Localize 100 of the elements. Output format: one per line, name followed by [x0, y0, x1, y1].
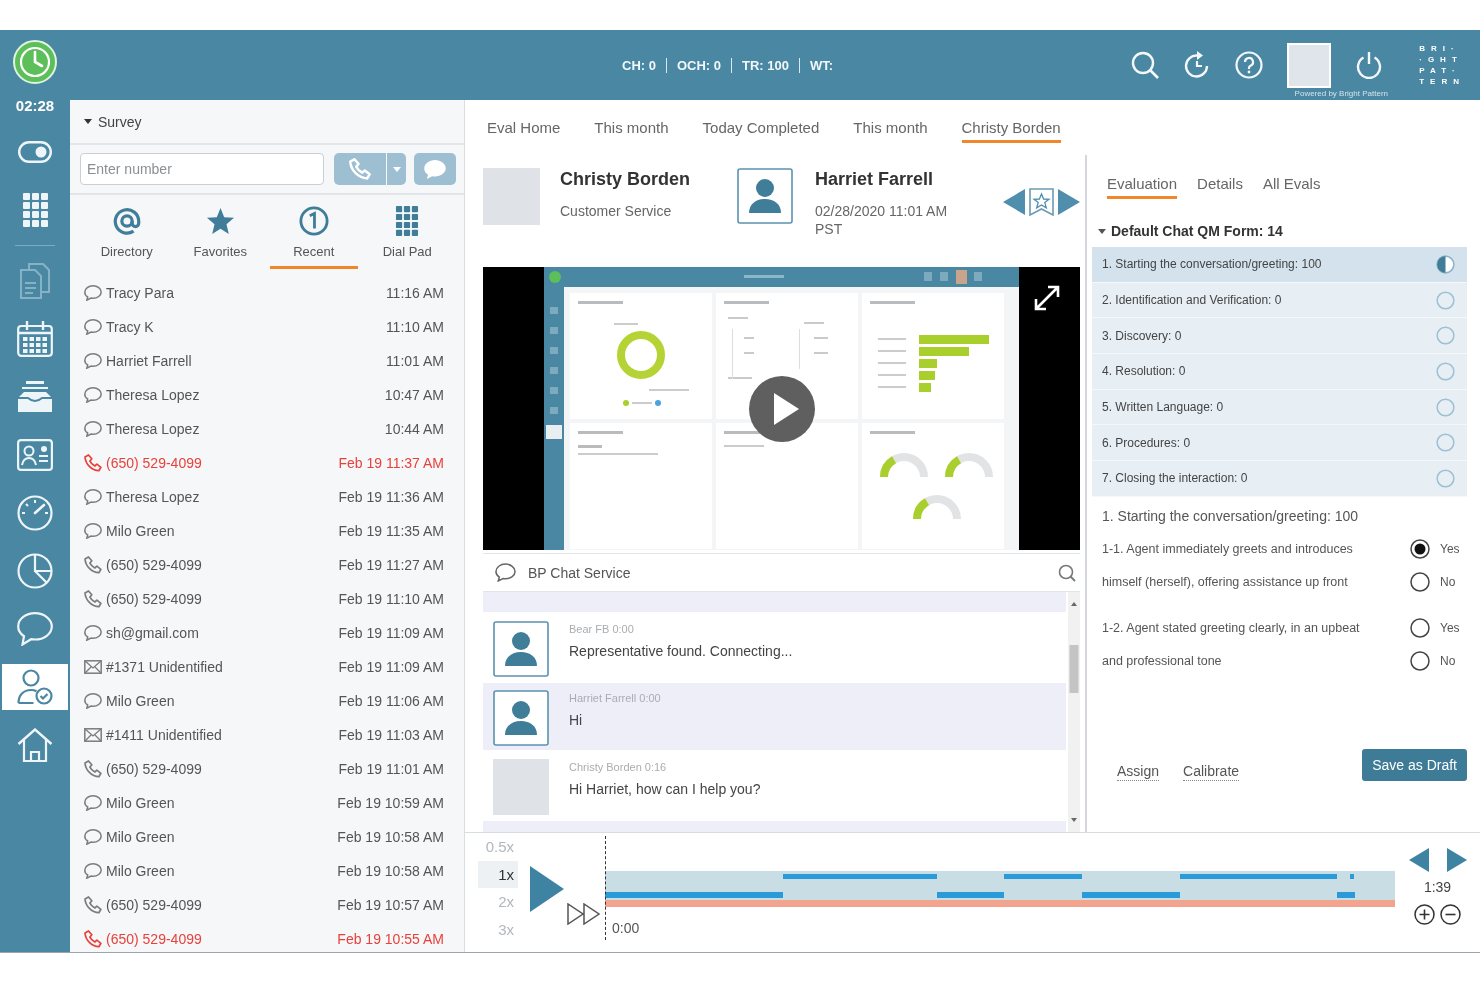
right-arrow-icon[interactable]: [1058, 189, 1080, 215]
radio-button[interactable]: [1410, 539, 1430, 560]
call-button[interactable]: [334, 153, 387, 185]
help-icon[interactable]: [1235, 51, 1264, 79]
tab[interactable]: This month: [594, 119, 669, 143]
contact-name[interactable]: Harriet Farrell: [106, 353, 192, 369]
section-label: 1. Starting the conversation/greeting: 100: [1102, 257, 1322, 272]
chat-bubble-icon: [84, 693, 102, 709]
contact-name[interactable]: Milo Green: [106, 795, 175, 811]
timeline-track[interactable]: [605, 871, 1395, 907]
radio-button[interactable]: [1410, 651, 1430, 672]
star-icon: [205, 206, 235, 236]
section-label: 5. Written Language: 0: [1102, 400, 1224, 415]
contact-name[interactable]: Theresa Lopez: [106, 421, 200, 437]
play-icon[interactable]: [530, 866, 564, 912]
radio-button[interactable]: [1410, 572, 1430, 593]
number-input[interactable]: Enter number: [80, 153, 325, 185]
tab[interactable]: Christy Borden: [961, 119, 1061, 143]
zoom-out-icon[interactable]: [1440, 904, 1461, 925]
fast-forward-icon[interactable]: [567, 903, 601, 925]
contact-name[interactable]: (650) 529-4099: [106, 557, 202, 573]
photo-placeholder[interactable]: [1287, 42, 1332, 88]
contact-name[interactable]: Milo Green: [106, 693, 175, 709]
tab[interactable]: Evaluation: [1107, 175, 1178, 199]
contact-name[interactable]: Milo Green: [106, 523, 175, 539]
timestamp: Feb 19 10:58 AM: [337, 829, 444, 845]
contact-name[interactable]: sh@gmail.com: [106, 625, 199, 641]
section-title[interactable]: Survey: [98, 113, 142, 130]
contact-name[interactable]: Milo Green: [106, 863, 175, 879]
section-row[interactable]: 3. Discovery: 0: [1092, 318, 1467, 355]
section-row[interactable]: 1. Starting the conversation/greeting: 100: [1092, 247, 1467, 283]
section-label: 2. Identification and Verification: 0: [1102, 293, 1282, 308]
play-icon[interactable]: [748, 375, 815, 442]
photo-placeholder: [483, 168, 540, 225]
search-icon[interactable]: [1131, 51, 1160, 79]
text-link[interactable]: Assign: [1117, 762, 1160, 781]
right-arrow-icon[interactable]: [1446, 848, 1467, 872]
timestamp: Feb 19 11:09 AM: [338, 625, 444, 641]
bookmark-star-icon[interactable]: [1029, 188, 1054, 216]
tab[interactable]: Eval Home: [487, 119, 561, 143]
message-text: Representative found. Connecting...: [569, 642, 793, 660]
contact-name[interactable]: Theresa Lopez: [106, 387, 200, 403]
scrollbar[interactable]: [1068, 592, 1080, 832]
form-title[interactable]: Default Chat QM Form: 14: [1111, 222, 1283, 240]
nav-tab[interactable]: Recent: [269, 203, 358, 269]
chat-button[interactable]: [414, 153, 456, 185]
section-row[interactable]: 7. Closing the interaction: 0: [1092, 461, 1467, 497]
timestamp: 11:16 AM: [385, 285, 444, 301]
contact-name[interactable]: (650) 529-4099: [106, 931, 202, 947]
at-sign-icon: [111, 206, 142, 236]
contact-name[interactable]: Milo Green: [106, 829, 175, 845]
timestamp: Feb 19 11:06 AM: [338, 693, 444, 709]
chat-bubble-icon: [84, 387, 102, 403]
power-icon[interactable]: [1355, 51, 1384, 79]
tab[interactable]: Today Completed: [702, 119, 820, 143]
text-link[interactable]: Calibrate: [1183, 762, 1240, 781]
section-label: 6. Procedures: 0: [1102, 435, 1191, 450]
video-player[interactable]: [483, 267, 1080, 550]
user-silhouette-icon: [737, 168, 793, 224]
contact-name[interactable]: #1411 Unidentified: [106, 727, 222, 743]
section-row[interactable]: 5. Written Language: 0: [1092, 389, 1467, 426]
phone-icon: [84, 896, 102, 914]
timestamp: Feb 19 11:03 AM: [338, 727, 444, 743]
zoom-in-icon[interactable]: [1414, 904, 1435, 925]
contact-name[interactable]: Theresa Lopez: [106, 489, 200, 505]
timestamp: 10:44 AM: [384, 421, 444, 437]
nav-tab[interactable]: Favorites: [176, 203, 265, 269]
sidebar-button[interactable]: [2, 664, 68, 710]
nav-tab[interactable]: Dial Pad: [363, 203, 452, 269]
message-author: Harriet Farrell 0:00: [569, 691, 661, 705]
radio-button[interactable]: [1410, 618, 1430, 639]
tab[interactable]: All Evals: [1262, 175, 1321, 199]
message-author: Bear FB 0:00: [569, 622, 635, 636]
contact-name[interactable]: (650) 529-4099: [106, 897, 202, 913]
chat-bubble-icon: [84, 489, 102, 505]
section-row[interactable]: 2. Identification and Verification: 0: [1092, 282, 1467, 319]
section-row[interactable]: 4. Resolution: 0: [1092, 354, 1467, 390]
tab[interactable]: Details: [1197, 175, 1243, 199]
section-row[interactable]: 6. Procedures: 0: [1092, 425, 1467, 462]
left-arrow-icon[interactable]: [1003, 189, 1025, 215]
question-text: 1-1. Agent immediately greets and introduces himself (herself), offering assistance up front: [1102, 540, 1354, 591]
save-draft-button[interactable]: Save as Draft: [1362, 749, 1467, 781]
contact-name[interactable]: (650) 529-4099: [106, 591, 202, 607]
expand-icon[interactable]: [1034, 285, 1060, 311]
contact-name[interactable]: (650) 529-4099: [106, 761, 202, 777]
playhead-line[interactable]: [605, 836, 606, 940]
tab[interactable]: This month: [853, 119, 928, 143]
stat-label: TR: 100: [731, 57, 789, 73]
speed-option[interactable]: 1x: [478, 860, 518, 888]
contact-name[interactable]: Tracy Para: [106, 285, 174, 301]
contact-name[interactable]: (650) 529-4099: [106, 455, 202, 471]
chat-bubble-icon: [495, 563, 516, 582]
contact-name[interactable]: #1371 Unidentified: [106, 659, 223, 675]
contact-name[interactable]: Tracy K: [106, 319, 154, 335]
phone-icon: [84, 930, 102, 948]
question-group-title: 1. Starting the conversation/greeting: 100: [1101, 506, 1360, 525]
left-arrow-icon[interactable]: [1408, 848, 1429, 872]
nav-tab[interactable]: Directory: [82, 203, 171, 269]
search-icon[interactable]: [1058, 563, 1076, 582]
dropdown-button[interactable]: [387, 153, 407, 185]
